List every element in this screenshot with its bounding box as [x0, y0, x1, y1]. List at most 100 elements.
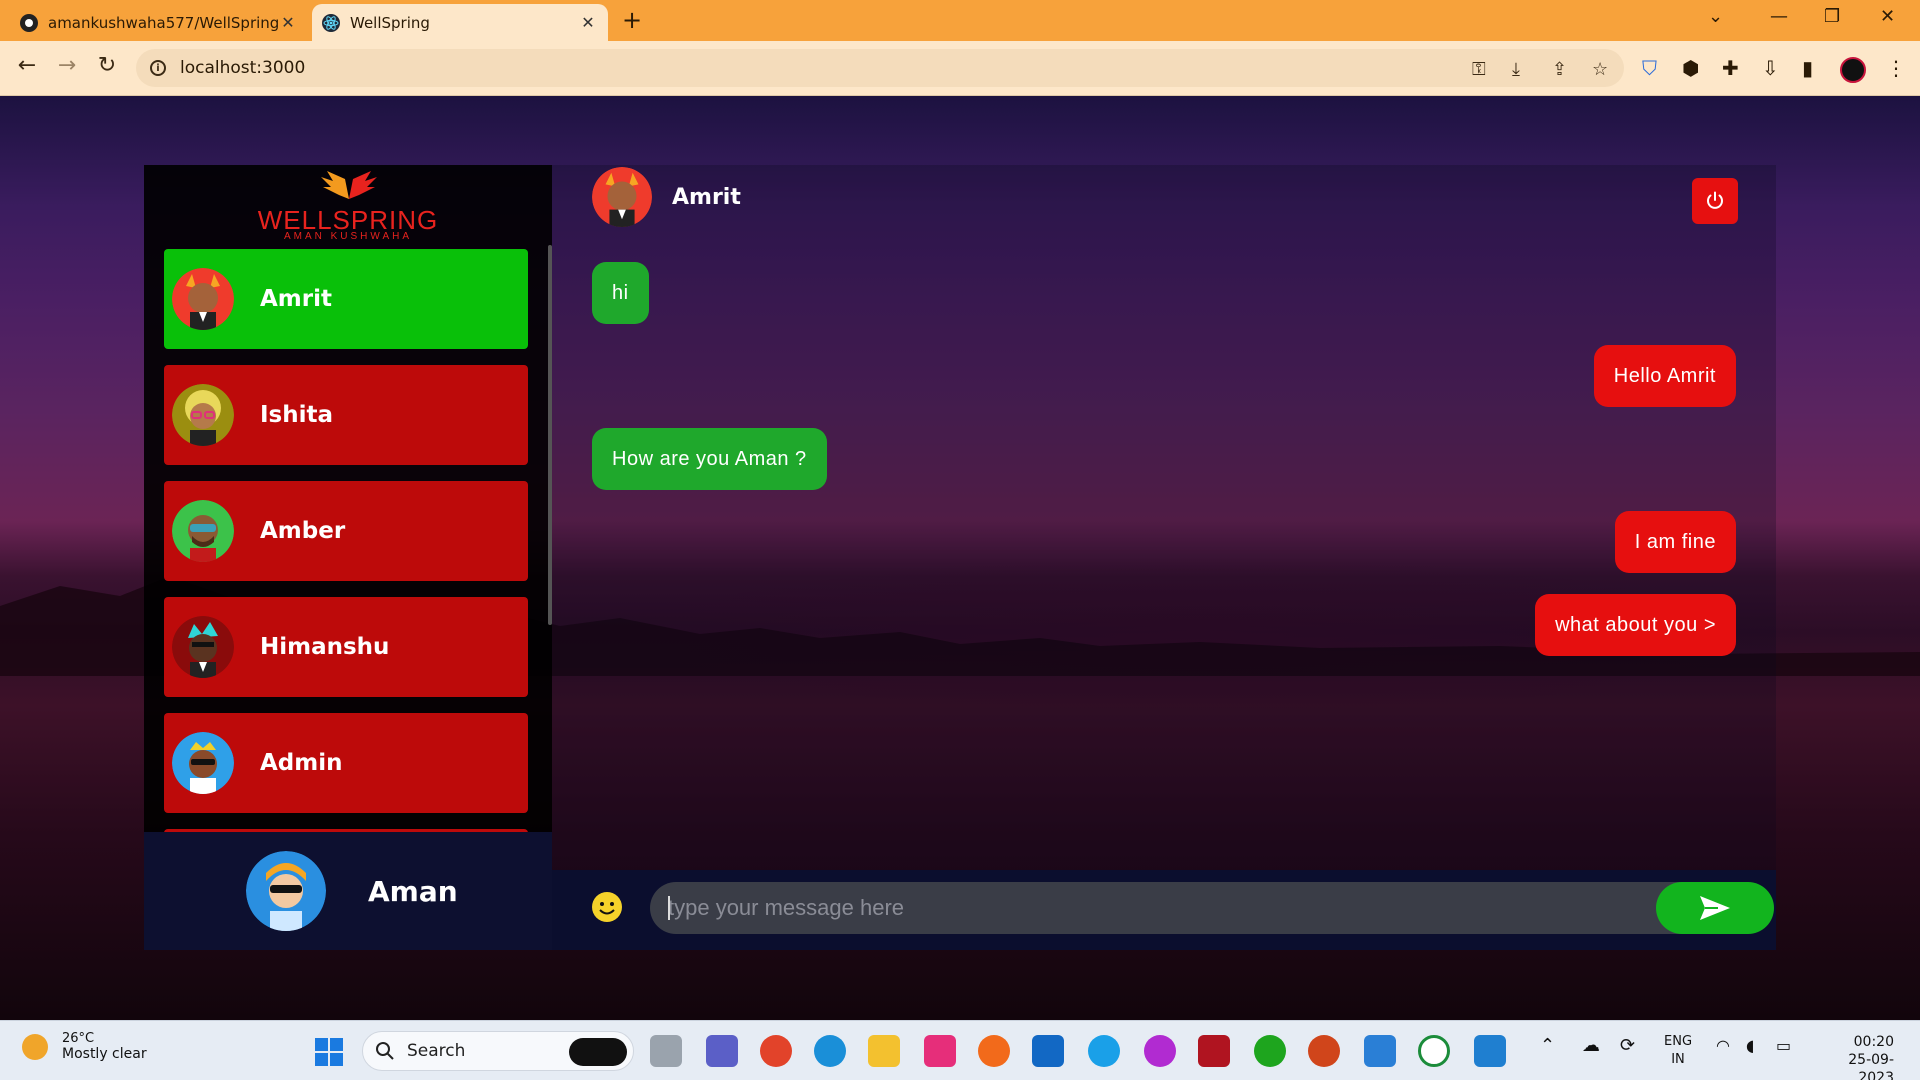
search-label: Search	[407, 1041, 466, 1061]
contact-name: Himanshu	[260, 634, 390, 660]
volume-icon[interactable]: ◖	[1746, 1037, 1754, 1055]
contact-item-himanshu[interactable]: Himanshu	[164, 597, 528, 697]
mongodb-icon[interactable]	[1418, 1035, 1450, 1067]
game-icon[interactable]	[1198, 1035, 1230, 1067]
store-icon[interactable]	[924, 1035, 956, 1067]
search-highlight-icon	[569, 1038, 627, 1066]
contact-list: Amrit Ishita Amber Himanshu Admin	[164, 249, 528, 839]
contact-item-amber[interactable]: Amber	[164, 481, 528, 581]
site-info-icon[interactable]: i	[150, 60, 166, 76]
key-icon[interactable]: ⚿	[1472, 59, 1486, 80]
contact-name: Amber	[260, 518, 346, 544]
message-received: How are you Aman ?	[592, 428, 827, 490]
github-icon	[20, 13, 38, 32]
windows-start-icon[interactable]	[314, 1037, 344, 1067]
message-input-wrapper	[650, 882, 1774, 934]
message-received: hi	[592, 262, 649, 324]
reload-icon[interactable]: ↻	[94, 53, 120, 78]
minimize-button[interactable]: —	[1770, 6, 1788, 27]
close-window-button[interactable]: ✕	[1880, 6, 1895, 27]
address-toolbar: ← → ↻ i localhost:3000 ⚿ ⤓ ⇪ ☆ ⛉ ⬢ ✚ ⇩ ▮…	[0, 41, 1920, 96]
system-clock[interactable]: 00:20 25-09-2023	[1814, 1033, 1894, 1080]
profile-avatar[interactable]	[1840, 57, 1866, 83]
onedrive-icon[interactable]: ☁	[1582, 1037, 1600, 1055]
brand-subtitle: AMAN KUSHWAHA	[283, 231, 413, 242]
new-tab-button[interactable]: +	[622, 6, 642, 34]
avatar	[172, 384, 234, 446]
contact-name: Amrit	[260, 286, 332, 312]
contact-item-amrit[interactable]: Amrit	[164, 249, 528, 349]
message-sent: I am fine	[1614, 511, 1736, 573]
current-user-avatar	[246, 851, 326, 931]
wifi-icon[interactable]: ◠	[1716, 1037, 1730, 1055]
battery-icon[interactable]: ▭	[1776, 1037, 1791, 1055]
tab-title: WellSpring	[350, 13, 430, 32]
language-indicator[interactable]: ENG IN	[1664, 1033, 1692, 1069]
weather-widget[interactable]: 26°C Mostly clear	[22, 1031, 147, 1062]
notepad-icon[interactable]	[1364, 1035, 1396, 1067]
avatar	[172, 616, 234, 678]
file-explorer-icon[interactable]	[868, 1035, 900, 1067]
contact-name: Ishita	[260, 402, 334, 428]
message-sent: what about you >	[1535, 594, 1736, 656]
xbox-icon[interactable]	[1254, 1035, 1286, 1067]
current-user-name: Aman	[368, 874, 458, 908]
skype-icon[interactable]	[1088, 1035, 1120, 1067]
chat-panel: Amrit hi Hello Amrit How are you Aman ? …	[552, 165, 1776, 950]
wings-logo-icon	[321, 171, 377, 199]
send-button[interactable]	[1656, 882, 1774, 934]
restore-button[interactable]: ❐	[1824, 6, 1840, 27]
install-icon[interactable]: ⤓	[1512, 59, 1520, 80]
menu-kebab-icon[interactable]: ⋮	[1886, 56, 1906, 80]
omnibox[interactable]: i localhost:3000 ⚿ ⤓ ⇪ ☆	[136, 49, 1624, 87]
message-composer	[552, 870, 1776, 950]
extension-cube-icon[interactable]: ⬢	[1682, 56, 1699, 80]
shield-icon[interactable]: ⛉	[1642, 56, 1657, 80]
sync-icon[interactable]: ⟳	[1620, 1037, 1635, 1055]
share-icon[interactable]: ⇪	[1552, 59, 1567, 80]
lang-line1: ENG	[1664, 1034, 1693, 1049]
firefox-icon[interactable]	[978, 1035, 1010, 1067]
powerpoint-icon[interactable]	[1308, 1035, 1340, 1067]
tab-title: amankushwaha577/WellSpring: F	[48, 13, 278, 32]
vscode-icon[interactable]	[1474, 1035, 1506, 1067]
bookmark-star-icon[interactable]: ☆	[1592, 59, 1608, 80]
tab-wellspring[interactable]: WellSpring ✕	[312, 4, 608, 41]
taskbar-search[interactable]: Search	[362, 1031, 634, 1071]
weather-desc: Mostly clear	[62, 1046, 147, 1062]
forward-icon[interactable]: →	[54, 53, 80, 78]
tab-search-icon[interactable]: ⌄	[1708, 6, 1723, 27]
message-input[interactable]	[668, 882, 1608, 934]
task-view-icon[interactable]	[650, 1035, 682, 1067]
back-icon[interactable]: ←	[14, 53, 40, 78]
moon-weather-icon	[22, 1033, 48, 1060]
app-w-icon[interactable]	[1144, 1035, 1176, 1067]
teams-chat-icon[interactable]	[706, 1035, 738, 1067]
contact-item-admin[interactable]: Admin	[164, 713, 528, 813]
search-icon	[376, 1042, 394, 1060]
side-panel-icon[interactable]: ▮	[1802, 56, 1813, 80]
outlook-icon[interactable]	[1032, 1035, 1064, 1067]
avatar	[172, 268, 234, 330]
emoji-picker-icon[interactable]	[592, 892, 622, 922]
page-background: WELLSPRING AMAN KUSHWAHA Amrit Ishita Am…	[0, 96, 1920, 1020]
tray-overflow-icon[interactable]: ⌃	[1540, 1037, 1555, 1055]
logout-button[interactable]	[1692, 178, 1738, 224]
url-text: localhost:3000	[180, 58, 306, 78]
close-tab-icon[interactable]: ✕	[278, 13, 298, 32]
puzzle-icon[interactable]: ✚	[1722, 56, 1739, 80]
close-tab-icon[interactable]: ✕	[578, 13, 598, 32]
download-icon[interactable]: ⇩	[1762, 56, 1779, 80]
avatar	[172, 500, 234, 562]
tab-github[interactable]: amankushwaha577/WellSpring: F ✕	[10, 4, 308, 41]
avatar	[172, 732, 234, 794]
chat-partner-avatar	[592, 167, 652, 227]
chrome-icon[interactable]	[760, 1035, 792, 1067]
chat-app: WELLSPRING AMAN KUSHWAHA Amrit Ishita Am…	[144, 165, 1776, 950]
lang-line2: IN	[1671, 1052, 1685, 1067]
contact-item-ishita[interactable]: Ishita	[164, 365, 528, 465]
browser-tab-bar: amankushwaha577/WellSpring: F ✕ WellSpri…	[0, 0, 1920, 41]
contacts-sidebar: WELLSPRING AMAN KUSHWAHA Amrit Ishita Am…	[144, 165, 552, 950]
clock-date: 25-09-2023	[1848, 1052, 1894, 1080]
edge-icon[interactable]	[814, 1035, 846, 1067]
